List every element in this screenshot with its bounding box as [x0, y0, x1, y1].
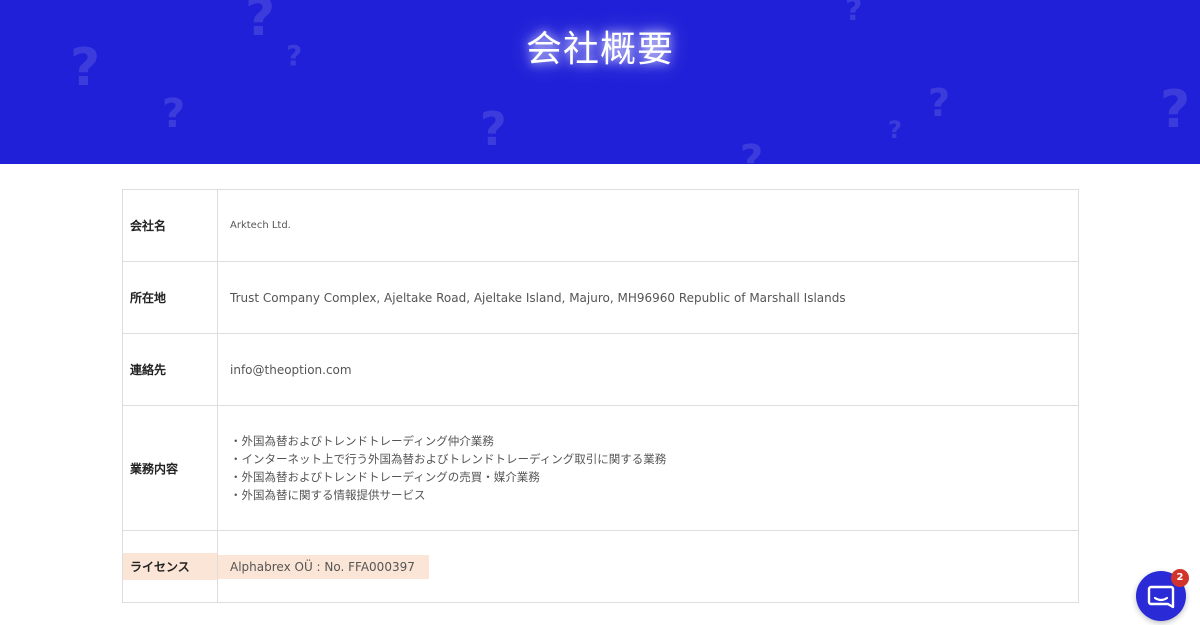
question-mark-decoration-icon: ? — [1160, 80, 1191, 140]
table-row: 業務内容 ・外国為替およびトレンドトレーディング仲介業務 ・インターネット上で行… — [122, 405, 1079, 531]
question-mark-decoration-icon: ? — [162, 91, 186, 137]
business-list: ・外国為替およびトレンドトレーディング仲介業務 ・インターネット上で行う外国為替… — [218, 432, 1078, 504]
row-value-cell: info@theoption.com — [217, 333, 1079, 406]
row-label-cell: 会社名 — [122, 189, 218, 262]
business-label: 業務内容 — [130, 461, 179, 476]
question-mark-decoration-icon: ? — [888, 116, 902, 144]
row-value-cell: ・外国為替およびトレンドトレーディング仲介業務 ・インターネット上で行う外国為替… — [217, 405, 1079, 531]
list-item: ・外国為替およびトレンドトレーディングの売買・媒介業務 — [230, 470, 540, 484]
unread-count-badge: 2 — [1171, 569, 1189, 587]
contact-email-link[interactable]: info@theoption.com — [218, 363, 1078, 377]
company-info-table: 会社名 Arktech Ltd. 所在地 Trust Company Compl… — [122, 189, 1079, 603]
row-value-cell: Alphabrex OÜ : No. FFA000397 — [217, 530, 1079, 603]
table-row: 連絡先 info@theoption.com — [122, 333, 1079, 406]
page-title: 会社概要 — [525, 29, 674, 70]
row-label-cell: ライセンス — [122, 530, 218, 603]
table-row: 所在地 Trust Company Complex, Ajeltake Road… — [122, 261, 1079, 334]
contact-label: 連絡先 — [130, 363, 167, 377]
question-mark-decoration-icon: ? — [928, 81, 951, 125]
license-label: ライセンス — [123, 553, 217, 580]
company-name-label: 会社名 — [130, 219, 167, 233]
question-mark-decoration-icon: ? — [480, 102, 507, 156]
row-label-cell: 連絡先 — [122, 333, 218, 406]
table-row: ライセンス Alphabrex OÜ : No. FFA000397 — [122, 530, 1079, 603]
row-value-cell: Trust Company Complex, Ajeltake Road, Aj… — [217, 261, 1079, 334]
company-name-value: Arktech Ltd. — [230, 220, 291, 231]
row-label-cell: 所在地 — [122, 261, 218, 334]
address-value: Trust Company Complex, Ajeltake Road, Aj… — [230, 290, 846, 305]
list-item: ・外国為替に関する情報提供サービス — [230, 488, 426, 502]
list-item: ・外国為替およびトレンドトレーディング仲介業務 — [230, 434, 494, 448]
row-label-cell: 業務内容 — [122, 405, 218, 531]
list-item: ・インターネット上で行う外国為替およびトレンドトレーディング取引に関する業務 — [230, 452, 667, 466]
address-label: 所在地 — [130, 291, 167, 305]
page-header-banner: ? ? ? ? ? ? ? ? ? ? 会社概要 — [0, 0, 1200, 164]
row-value-cell: Arktech Ltd. — [217, 189, 1079, 262]
question-mark-decoration-icon: ? — [740, 137, 764, 164]
license-value: Alphabrex OÜ : No. FFA000397 — [218, 554, 429, 579]
table-row: 会社名 Arktech Ltd. — [122, 189, 1079, 262]
